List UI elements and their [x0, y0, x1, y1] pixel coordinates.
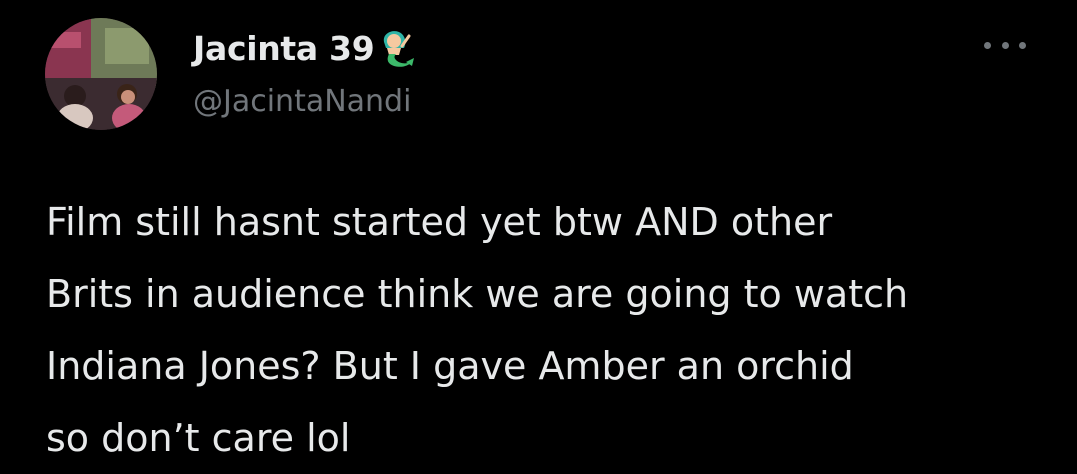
more-options-icon-dot	[1019, 41, 1026, 49]
more-options-icon-dot	[1001, 41, 1009, 49]
tweet-text-line: Brits in audience think we are going to …	[46, 272, 909, 316]
more-options-button[interactable]	[984, 35, 1026, 55]
display-name[interactable]: Jacinta 39	[193, 24, 416, 72]
tweet-text-line: so don’t care lol	[46, 416, 351, 460]
tweet-text-line: Film still hasnt started yet btw AND oth…	[46, 200, 833, 244]
more-options-icon-dot	[984, 41, 991, 49]
display-name-text: Jacinta 39	[193, 28, 375, 68]
tweet-card: Jacinta 39 @JacintaNandi Film still hasn…	[0, 0, 1077, 460]
mermaid-emoji-icon	[376, 28, 416, 72]
tweet-text: Film still hasnt started yet btw AND oth…	[46, 186, 1056, 474]
user-handle[interactable]: @JacintaNandi	[193, 84, 411, 119]
avatar[interactable]	[45, 18, 157, 130]
tweet-text-line: Indiana Jones? But I gave Amber an orchi…	[46, 344, 854, 388]
